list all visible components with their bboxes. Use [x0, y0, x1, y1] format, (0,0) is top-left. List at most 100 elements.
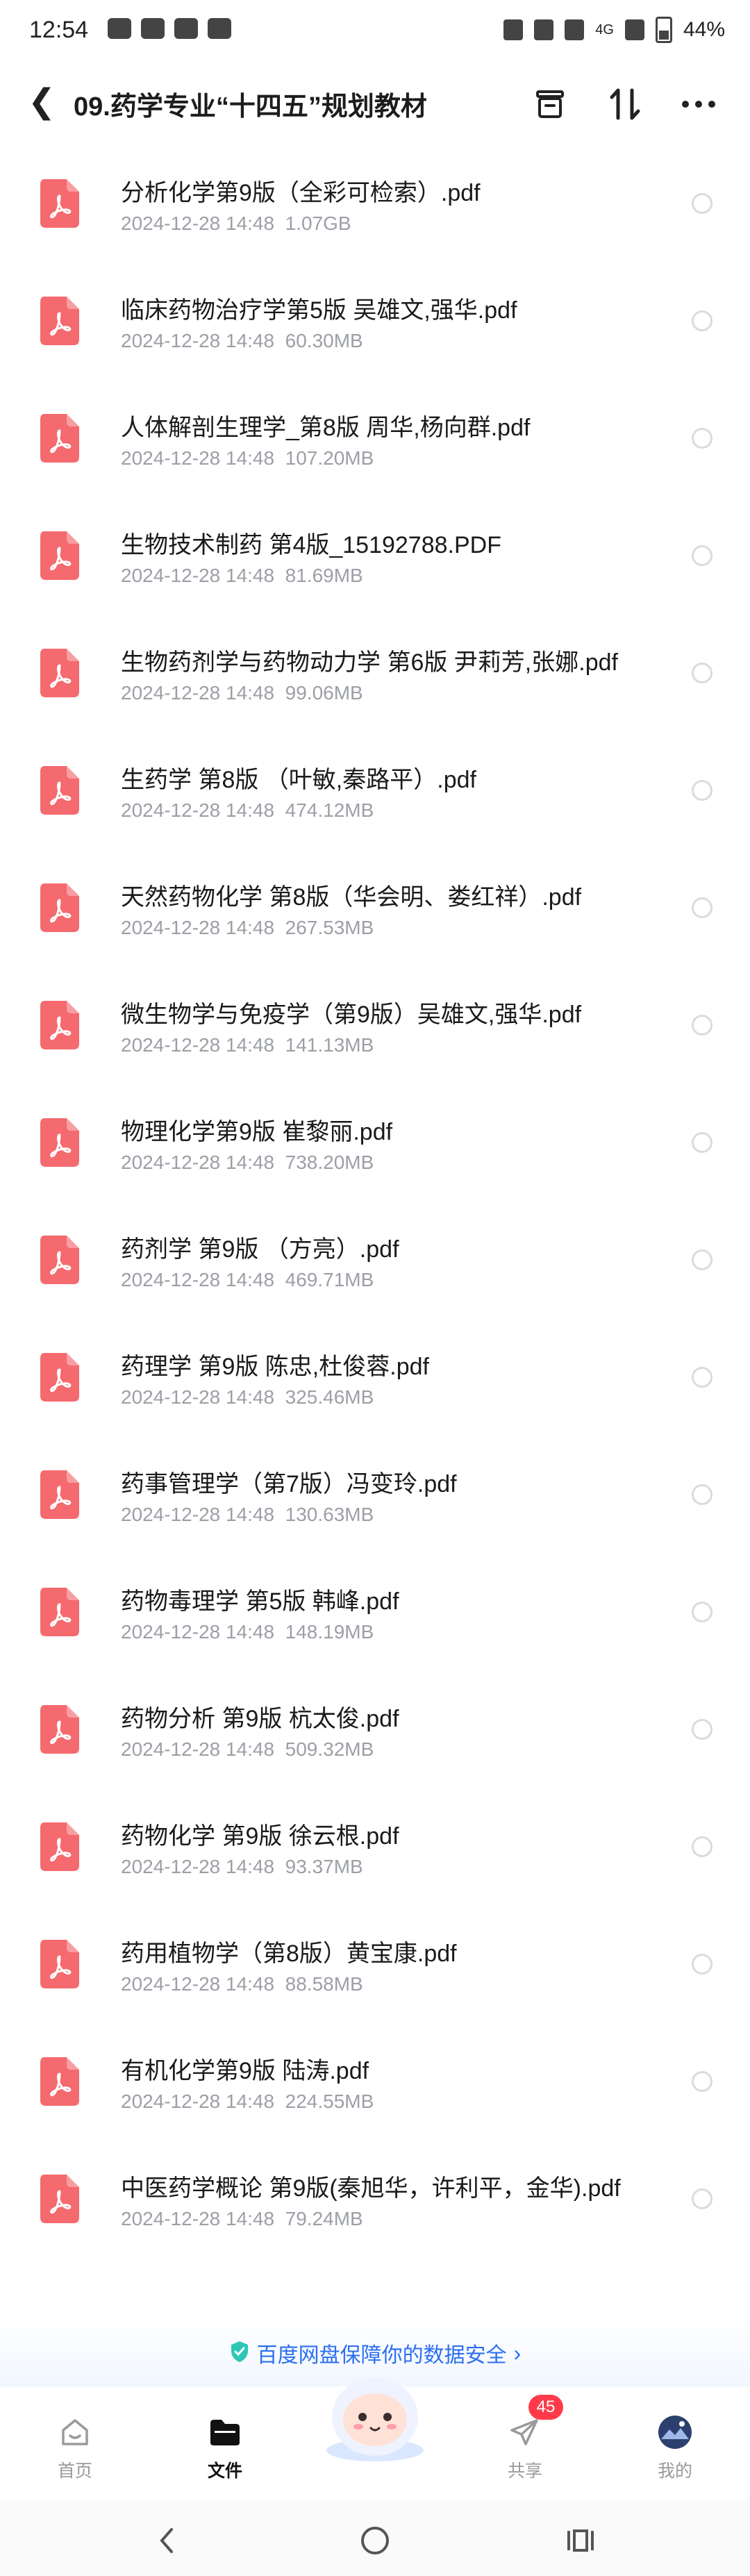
list-item[interactable]: 药用植物学（第8版）黄宝康.pdf 2024-12-28 14:48 88.58M… [0, 1912, 750, 2029]
file-name: 生药学 第8版 （叶敏,秦路平）.pdf [121, 767, 476, 793]
status-bar: 12:54 4G 44% [0, 0, 750, 64]
tab-mine[interactable]: 我的 [600, 2398, 750, 2495]
file-name: 天然药物化学 第8版（华会明、娄红祥）.pdf [121, 884, 582, 911]
file-meta: 2024-12-28 14:48 81.69MB [121, 565, 363, 587]
list-item[interactable]: 药理学 第9版 陈忠,杜俊蓉.pdf 2024-12-28 14:48 325.4… [0, 1325, 750, 1443]
list-item[interactable]: 有机化学第9版 陆涛.pdf 2024-12-28 14:48 224.55MB [0, 2029, 750, 2147]
file-name: 生物药剂学与药物动力学 第6版 尹莉芳,张娜.pdf [121, 649, 618, 676]
file-date: 2024-12-28 14:48 [121, 1034, 275, 1056]
select-checkbox[interactable] [692, 1132, 712, 1153]
list-item[interactable]: 物理化学第9版 崔黎丽.pdf 2024-12-28 14:48 738.20MB [0, 1090, 750, 1208]
file-meta: 2024-12-28 14:48 130.63MB [121, 1504, 374, 1526]
file-size: 474.12MB [285, 799, 374, 821]
select-checkbox[interactable] [692, 2188, 712, 2209]
sort-icon[interactable] [604, 83, 646, 125]
status-indicators: 4G 44% [503, 17, 725, 43]
select-checkbox[interactable] [692, 780, 712, 801]
file-size: 107.20MB [285, 447, 374, 469]
select-checkbox[interactable] [692, 663, 712, 683]
select-checkbox[interactable] [692, 1719, 712, 1740]
pdf-file-icon [40, 1705, 79, 1754]
list-item[interactable]: 药物化学 第9版 徐云根.pdf 2024-12-28 14:48 93.37MB [0, 1795, 750, 1912]
file-size: 81.69MB [285, 565, 363, 586]
share-badge: 45 [528, 2395, 563, 2420]
back-arrow-icon[interactable]: ❮ [28, 85, 56, 119]
file-size: 509.32MB [285, 1738, 374, 1760]
file-meta: 2024-12-28 14:48 224.55MB [121, 2091, 374, 2113]
file-meta: 2024-12-28 14:48 88.58MB [121, 1973, 363, 1995]
tab-files[interactable]: 文件 [150, 2398, 300, 2495]
nav-home-icon[interactable] [354, 2520, 396, 2561]
pdf-file-icon [40, 883, 79, 932]
select-checkbox[interactable] [692, 1954, 712, 1975]
file-date: 2024-12-28 14:48 [121, 330, 275, 351]
file-size: 141.13MB [285, 1034, 374, 1056]
tab-home-label: 首页 [57, 2461, 92, 2481]
list-item[interactable]: 生物技术制药 第4版_15192788.PDF 2024-12-28 14:48 … [0, 504, 750, 621]
signal-icon [624, 19, 644, 40]
archive-icon[interactable] [529, 83, 571, 125]
shield-icon [229, 2340, 250, 2367]
wechat-icon [141, 18, 165, 39]
pdf-file-icon [40, 649, 79, 697]
list-item[interactable]: 药事管理学（第7版）冯变玲.pdf 2024-12-28 14:48 130.63… [0, 1443, 750, 1560]
file-name: 药物毒理学 第5版 韩峰.pdf [121, 1588, 399, 1615]
file-meta: 2024-12-28 14:48 60.30MB [121, 330, 363, 352]
select-checkbox[interactable] [692, 2071, 712, 2092]
file-name: 药物分析 第9版 杭太俊.pdf [121, 1706, 399, 1732]
file-date: 2024-12-28 14:48 [121, 1152, 275, 1173]
file-name: 人体解剖生理学_第8版 周华,杨向群.pdf [121, 415, 531, 441]
file-date: 2024-12-28 14:48 [121, 1856, 275, 1877]
list-item[interactable]: 天然药物化学 第8版（华会明、娄红祥）.pdf 2024-12-28 14:48 … [0, 856, 750, 973]
tab-home[interactable]: 首页 [0, 2398, 150, 2495]
file-size: 224.55MB [285, 2091, 374, 2112]
battery-level: 44% [683, 18, 725, 41]
file-date: 2024-12-28 14:48 [121, 213, 275, 234]
select-checkbox[interactable] [692, 1836, 712, 1857]
list-item[interactable]: 人体解剖生理学_第8版 周华,杨向群.pdf 2024-12-28 14:48 1… [0, 386, 750, 504]
home-icon [56, 2413, 94, 2452]
select-checkbox[interactable] [692, 1015, 712, 1036]
list-item[interactable]: 药物分析 第9版 杭太俊.pdf 2024-12-28 14:48 509.32M… [0, 1677, 750, 1795]
file-meta: 2024-12-28 14:48 1.07GB [121, 213, 351, 235]
select-checkbox[interactable] [692, 1367, 712, 1388]
select-checkbox[interactable] [692, 428, 712, 449]
vibrate-icon [534, 19, 554, 40]
header: ❮ 09.药学专业“十四五”规划教材 [0, 69, 750, 136]
file-meta: 2024-12-28 14:48 325.46MB [121, 1386, 374, 1409]
list-item[interactable]: 临床药物治疗学第5版 吴雄文,强华.pdf 2024-12-28 14:48 60… [0, 269, 750, 386]
select-checkbox[interactable] [692, 897, 712, 918]
file-name: 药理学 第9版 陈忠,杜俊蓉.pdf [121, 1354, 429, 1380]
pdf-file-icon [40, 1001, 79, 1049]
file-name: 临床药物治疗学第5版 吴雄文,强华.pdf [121, 297, 517, 324]
nav-recent-icon[interactable] [560, 2520, 601, 2561]
list-item[interactable]: 药剂学 第9版 （方亮）.pdf 2024-12-28 14:48 469.71M… [0, 1208, 750, 1325]
tab-mine-label: 我的 [657, 2461, 692, 2481]
file-meta: 2024-12-28 14:48 469.71MB [121, 1269, 374, 1291]
file-meta: 2024-12-28 14:48 141.13MB [121, 1034, 374, 1056]
mascot-button[interactable] [312, 2368, 438, 2466]
tab-share[interactable]: 共享 [450, 2398, 600, 2495]
select-checkbox[interactable] [692, 545, 712, 566]
nav-back-icon[interactable] [146, 2520, 188, 2561]
tab-files-label: 文件 [207, 2461, 242, 2481]
select-checkbox[interactable] [692, 193, 712, 214]
list-item[interactable]: 药物毒理学 第5版 韩峰.pdf 2024-12-28 14:48 148.19M… [0, 1560, 750, 1677]
select-checkbox[interactable] [692, 1602, 712, 1622]
pdf-file-icon [40, 179, 79, 228]
list-item[interactable]: 微生物学与免疫学（第9版）吴雄文,强华.pdf 2024-12-28 14:48 … [0, 973, 750, 1090]
list-item[interactable]: 生物药剂学与药物动力学 第6版 尹莉芳,张娜.pdf 2024-12-28 14:… [0, 621, 750, 738]
file-date: 2024-12-28 14:48 [121, 917, 275, 938]
pdf-file-icon [40, 2175, 79, 2223]
select-checkbox[interactable] [692, 310, 712, 331]
file-meta: 2024-12-28 14:48 99.06MB [121, 682, 363, 704]
list-item[interactable]: 生药学 第8版 （叶敏,秦路平）.pdf 2024-12-28 14:48 474… [0, 738, 750, 856]
select-checkbox[interactable] [692, 1249, 712, 1270]
select-checkbox[interactable] [692, 1484, 712, 1505]
list-item[interactable]: 分析化学第9版（全彩可检索）.pdf 2024-12-28 14:48 1.07G… [0, 151, 750, 269]
more-icon[interactable] [678, 83, 719, 125]
pdf-file-icon [40, 1353, 79, 1402]
list-item[interactable]: 中医药学概论 第9版(秦旭华，许利平，金华).pdf 2024-12-28 14:… [0, 2147, 750, 2264]
file-meta: 2024-12-28 14:48 509.32MB [121, 1738, 374, 1761]
status-time: 12:54 [29, 17, 89, 43]
